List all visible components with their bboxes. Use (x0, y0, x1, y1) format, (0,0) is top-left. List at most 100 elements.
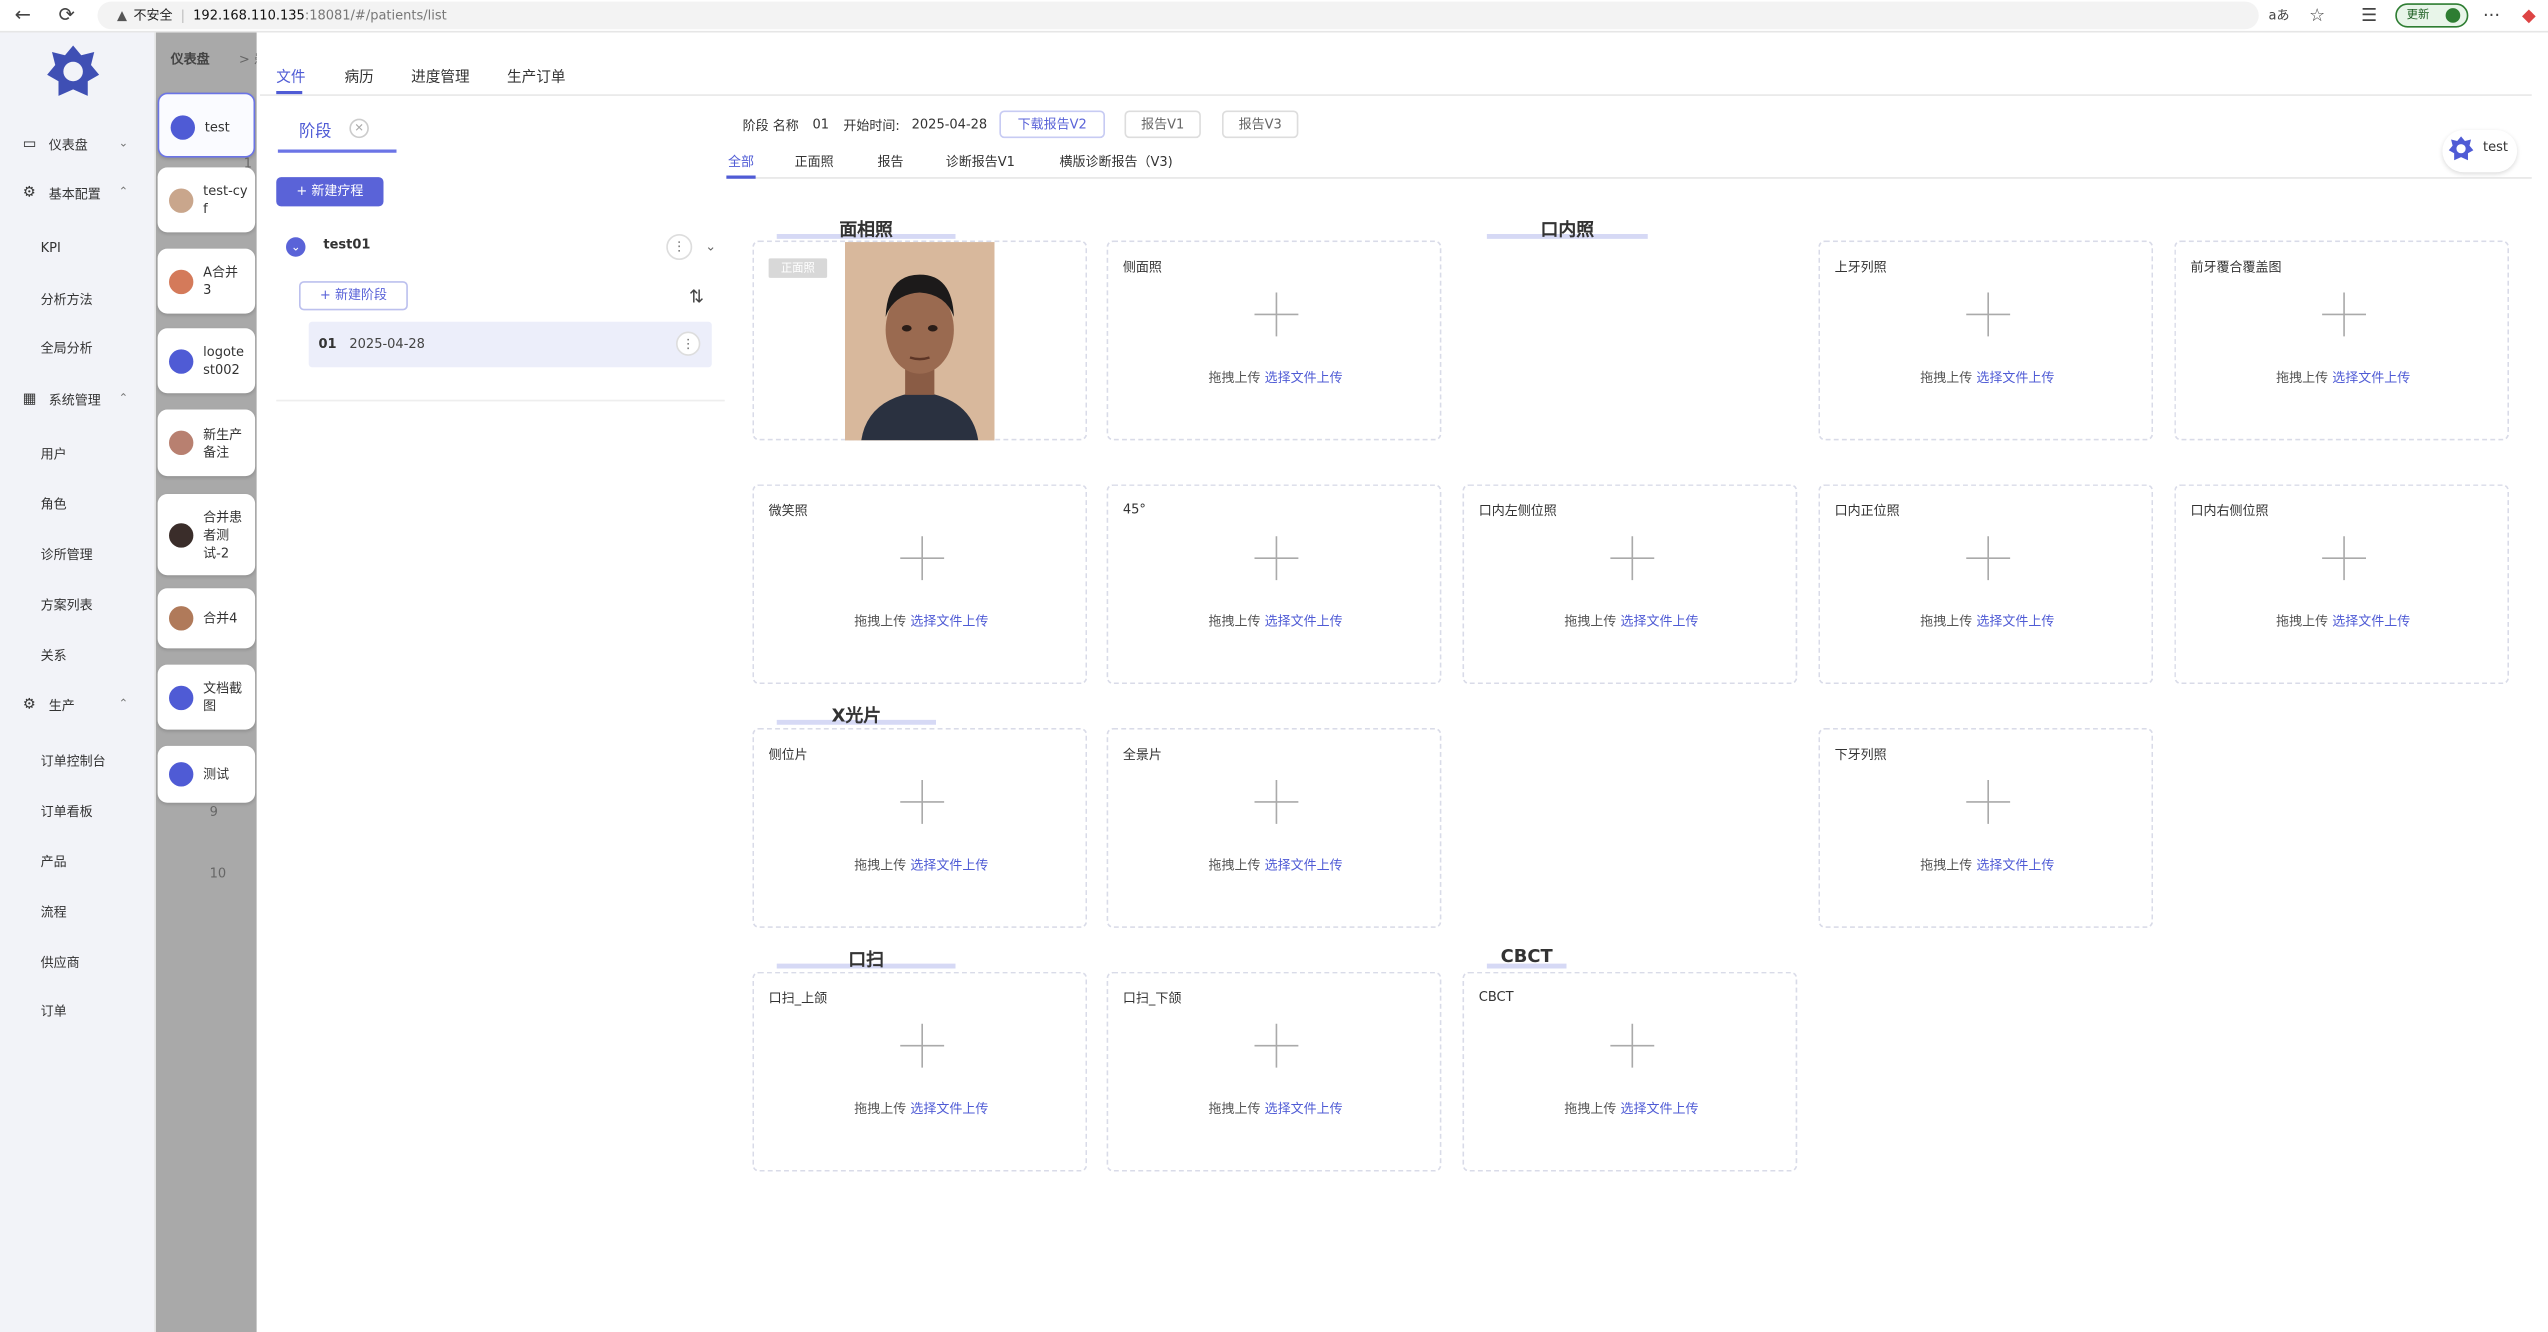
upload-card-label: 口扫_下颌 (1122, 991, 1182, 1006)
favorites-icon[interactable]: ☰ (2361, 5, 2377, 26)
select-file-link[interactable]: 选择文件上传 (1265, 1102, 1343, 1117)
user-menu[interactable]: test (2442, 130, 2518, 173)
plus-icon[interactable] (1254, 780, 1299, 824)
drag-upload-text: 拖拽上传 (1208, 1101, 1261, 1117)
chevron-icon[interactable]: ⌃ (119, 392, 129, 405)
select-file-link[interactable]: 选择文件上传 (910, 614, 988, 629)
patient-card[interactable]: A合并 3 (157, 248, 256, 314)
upload-card-pano[interactable]: 全景片 拖拽上传 选择文件上传 (1106, 728, 1442, 928)
stage-title[interactable]: 阶段 (299, 117, 332, 142)
plus-icon[interactable] (1966, 780, 2011, 824)
select-file-link[interactable]: 选择文件上传 (1621, 614, 1699, 629)
chevron-icon[interactable]: ⌃ (119, 185, 129, 198)
upload-card-upper[interactable]: 上牙列照 拖拽上传 选择文件上传 (1818, 240, 2154, 441)
more-icon[interactable]: ⋮ (676, 331, 701, 356)
select-file-link[interactable]: 选择文件上传 (1265, 858, 1343, 873)
plus-icon[interactable] (1254, 1023, 1299, 1068)
more-icon[interactable]: ⋮ (666, 234, 693, 260)
breadcrumb-home[interactable]: 仪表盘 (171, 50, 210, 68)
more-icon[interactable]: ··· (2483, 5, 2500, 26)
subtab-all[interactable]: 全部 (728, 153, 754, 171)
new-course-button[interactable]: + 新建疗程 (276, 177, 384, 207)
star-icon[interactable]: ☆ (2309, 5, 2325, 26)
select-file-link[interactable]: 选择文件上传 (1976, 371, 2054, 386)
upload-card-smile[interactable]: 微笑照 拖拽上传 选择文件上传 (752, 484, 1088, 685)
copilot-icon[interactable]: ◆ (2522, 5, 2536, 26)
patient-card[interactable]: 测试 (157, 745, 256, 803)
plus-icon[interactable] (900, 1023, 945, 1068)
tab-progress[interactable]: 进度管理 (411, 65, 470, 86)
select-file-link[interactable]: 选择文件上传 (910, 858, 988, 873)
upload-card-deg45[interactable]: 45° 拖拽上传 选择文件上传 (1106, 484, 1442, 685)
plus-icon[interactable] (1254, 292, 1299, 337)
front-photo-card[interactable]: 正面照 (752, 240, 1088, 441)
patient-card[interactable]: 合并4 (157, 588, 256, 649)
select-file-link[interactable]: 选择文件上传 (910, 1102, 988, 1117)
select-file-link[interactable]: 选择文件上传 (2332, 371, 2410, 386)
expand-icon[interactable]: ⌄ (705, 239, 716, 254)
plus-icon[interactable] (2322, 536, 2366, 581)
tab-orders[interactable]: 生产订单 (507, 65, 566, 86)
plus-icon[interactable] (900, 780, 945, 824)
sort-icon[interactable]: ⇅ (689, 286, 704, 307)
new-stage-button[interactable]: + 新建阶段 (299, 281, 408, 311)
address-bar[interactable]: ▲ 不安全 | 192.168.110.135:18081/#/patients/li… (97, 1, 2259, 30)
upload-card-scan-down[interactable]: 口扫_下颌拖拽上传 选择文件上传 (1106, 971, 1442, 1172)
tab-records[interactable]: 病历 (345, 65, 374, 86)
patient-card[interactable]: 文档截 图 (157, 664, 256, 730)
plus-icon[interactable] (2322, 292, 2366, 337)
select-file-link[interactable]: 选择文件上传 (1621, 1102, 1699, 1117)
select-file-link[interactable]: 选择文件上传 (1976, 614, 2054, 629)
patient-card[interactable]: logote st002 (157, 328, 256, 394)
update-button[interactable]: 更新 (2395, 3, 2469, 28)
drag-upload-text: 拖拽上传 (854, 1101, 907, 1117)
select-file-link[interactable]: 选择文件上传 (1976, 858, 2054, 873)
plus-icon[interactable] (1610, 536, 1655, 581)
plus-icon[interactable] (900, 536, 945, 581)
course-label: test01 (323, 237, 371, 252)
section-intraoral: 口内照 (1540, 219, 1595, 241)
chevron-down-icon[interactable]: ⌄ (286, 237, 306, 257)
patient-card[interactable]: 合并患 者测 试-2 (157, 494, 256, 576)
plus-icon[interactable] (1966, 536, 2011, 581)
course-tree-item[interactable]: ⌄ test01 ⋮ ⌄ (286, 234, 725, 260)
upload-card-center[interactable]: 口内正位照 拖拽上传 选择文件上传 (1818, 484, 2154, 685)
stage-title-underline (277, 149, 397, 152)
subtab-diag-v1[interactable]: 诊断报告V1 (946, 153, 1015, 171)
upload-card-cbct[interactable]: CBCT 拖拽上传 选择文件上传 (1462, 971, 1798, 1172)
select-file-link[interactable]: 选择文件上传 (2332, 614, 2410, 629)
upload-card-lower[interactable]: 下牙列照 拖拽上传 选择文件上传 (1818, 728, 2154, 928)
chevron-icon[interactable]: ⌄ (119, 137, 129, 150)
patient-card[interactable]: test (157, 92, 256, 158)
report-v3-button[interactable]: 报告V3 (1222, 110, 1299, 139)
stage-row[interactable]: 01 2025-04-28 ⋮ (308, 321, 712, 368)
plus-icon[interactable] (1966, 292, 2011, 337)
sidebar-item-label: 流程 (40, 905, 67, 920)
reload-icon[interactable]: ⟳ (59, 3, 75, 26)
subtab-front[interactable]: 正面照 (795, 153, 834, 171)
upload-card-right[interactable]: 口内右侧位照 拖拽上传 选择文件上传 (2174, 484, 2509, 685)
select-file-link[interactable]: 选择文件上传 (1265, 371, 1343, 386)
patient-name: A合并 3 (203, 264, 239, 298)
download-report-v2-button[interactable]: 下载报告V2 (999, 110, 1105, 139)
upload-card-left[interactable]: 口内左侧位照 拖拽上传 选择文件上传 (1462, 484, 1798, 685)
subtab-diag-v3[interactable]: 横版诊断报告（V3) (1060, 153, 1173, 171)
chevron-icon[interactable]: ⌃ (119, 697, 129, 710)
plus-icon[interactable] (1254, 536, 1299, 581)
back-icon[interactable]: ← (15, 3, 31, 26)
tab-files[interactable]: 文件 (276, 65, 305, 86)
patient-card[interactable]: test-cy f (157, 167, 256, 233)
report-v1-button[interactable]: 报告V1 (1124, 110, 1201, 139)
patient-card[interactable]: 新生产 备注 (157, 409, 256, 477)
subtab-report[interactable]: 报告 (878, 153, 904, 171)
select-file-link[interactable]: 选择文件上传 (1265, 614, 1343, 629)
translate-icon[interactable]: aあ (2269, 7, 2290, 25)
upload-card-scan-up[interactable]: 口扫_上颌 拖拽上传 选择文件上传 (752, 971, 1088, 1172)
plus-icon[interactable] (1610, 1023, 1655, 1068)
upload-card-ceph[interactable]: 侧位片 拖拽上传 选择文件上传 (752, 728, 1088, 928)
upload-card-label: 上牙列照 (1834, 260, 1887, 275)
upload-card-overjet[interactable]: 前牙覆合覆盖图 拖拽上传 选择文件上传 (2174, 240, 2509, 441)
close-icon[interactable]: ✕ (349, 118, 369, 139)
upload-card-side[interactable]: 侧面照 拖拽上传 选择文件上传 (1106, 240, 1442, 441)
grid-icon: ▦ (22, 391, 37, 408)
